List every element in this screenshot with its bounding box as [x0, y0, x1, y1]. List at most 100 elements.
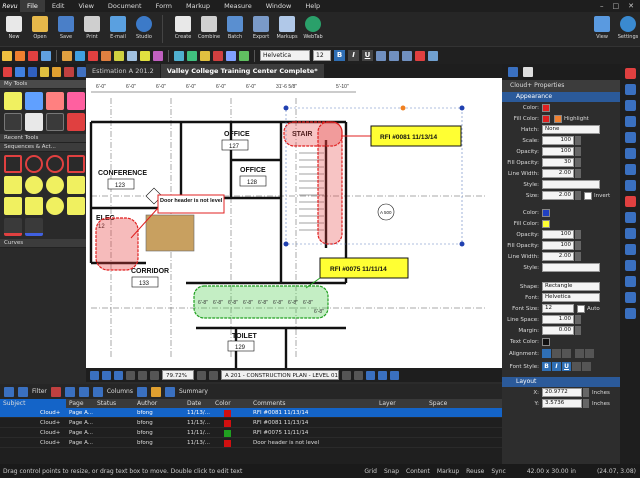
x-position-input[interactable]: 20.9772: [542, 388, 582, 397]
align-left-icon[interactable]: [542, 349, 551, 358]
col-layer[interactable]: Layer: [376, 399, 426, 408]
align-top-icon[interactable]: [575, 349, 584, 358]
bold-button[interactable]: B: [334, 50, 345, 61]
text-color-icon[interactable]: [415, 50, 425, 61]
fit-page-icon[interactable]: [138, 370, 147, 380]
import-icon[interactable]: [78, 386, 89, 397]
scale-input[interactable]: 100: [542, 136, 574, 145]
col-page[interactable]: Page: [66, 399, 94, 408]
font-size-select[interactable]: 12: [542, 304, 574, 313]
page-select[interactable]: A 201 - CONSTRUCTION PLAN - LEVEL 01 (3 …: [221, 370, 339, 380]
text-box-color-swatch[interactable]: [542, 208, 550, 217]
col-date[interactable]: Date: [184, 399, 212, 408]
cloud-style-select[interactable]: [542, 180, 600, 189]
highlighter-icon[interactable]: [15, 50, 25, 61]
measure-perimeter-icon[interactable]: [200, 50, 210, 61]
sets-icon[interactable]: [624, 196, 636, 207]
settings-button[interactable]: Settings: [616, 12, 640, 46]
line-space-input[interactable]: 1.00: [542, 315, 574, 324]
stair-cloud-markup-vertical[interactable]: [317, 121, 343, 245]
align-middle-icon[interactable]: [585, 349, 594, 358]
text-box-opacity-input[interactable]: 100: [542, 230, 574, 239]
gear-icon[interactable]: [76, 67, 86, 77]
fill-opacity-input[interactable]: 30: [542, 158, 574, 167]
arrow-icon[interactable]: [75, 50, 85, 61]
blue-line-icon[interactable]: [25, 218, 43, 236]
spaces-icon[interactable]: [624, 212, 636, 223]
polygon-icon[interactable]: [101, 50, 111, 61]
pages-tab-icon[interactable]: [27, 67, 37, 77]
layers-icon[interactable]: [624, 100, 636, 111]
next-page-icon[interactable]: [342, 370, 351, 380]
properties-tab-icon[interactable]: [64, 67, 74, 77]
bold-button[interactable]: B: [542, 362, 551, 371]
italic-button[interactable]: I: [348, 50, 359, 61]
tool-icon[interactable]: [25, 113, 43, 131]
new-button[interactable]: New: [2, 12, 26, 46]
red-marker-icon[interactable]: [67, 113, 85, 131]
col-author[interactable]: Author: [134, 399, 184, 408]
blue-pen-icon[interactable]: [25, 92, 43, 110]
menu-form[interactable]: Form: [149, 0, 179, 12]
cloud-icon[interactable]: [114, 50, 124, 61]
sequences-header[interactable]: Sequences & Act...: [0, 143, 86, 152]
square-shape-icon[interactable]: [4, 155, 22, 173]
strikethrough-icon[interactable]: [572, 362, 581, 371]
text-box-line-width-input[interactable]: 2.00: [542, 252, 574, 261]
measure-volume-icon[interactable]: [239, 50, 249, 61]
studio-button[interactable]: Studio: [132, 12, 156, 46]
maximize-button[interactable]: □: [613, 2, 620, 10]
thumbnails-icon[interactable]: [624, 68, 636, 79]
auto-checkbox[interactable]: [577, 304, 585, 313]
appearance-section-header[interactable]: Appearance: [502, 92, 620, 102]
underline-button[interactable]: U: [562, 362, 571, 371]
delete-icon[interactable]: [50, 386, 61, 397]
links-icon[interactable]: [624, 116, 636, 127]
opacity-input[interactable]: 100: [542, 147, 574, 156]
align-right-icon[interactable]: [562, 349, 571, 358]
combine-button[interactable]: Combine: [197, 12, 221, 46]
callout-icon[interactable]: [140, 50, 150, 61]
webtab-button[interactable]: WebTab: [301, 12, 325, 46]
col-status[interactable]: Status: [94, 399, 134, 408]
yellow-circle-icon[interactable]: [46, 176, 64, 194]
attachments-icon[interactable]: [624, 228, 636, 239]
yellow-circle-icon[interactable]: [46, 197, 64, 215]
signatures-icon[interactable]: [624, 132, 636, 143]
font-select[interactable]: Helvetica: [542, 293, 600, 302]
toolchest-tab-icon[interactable]: [52, 67, 62, 77]
menu-view[interactable]: View: [71, 0, 100, 12]
text-color-swatch[interactable]: [542, 337, 550, 346]
arrow-tool-icon[interactable]: [46, 113, 64, 131]
line-icon[interactable]: [62, 50, 72, 61]
yellow-diamond-icon[interactable]: [4, 197, 22, 215]
email-button[interactable]: E-mail: [106, 12, 130, 46]
prev-page-icon[interactable]: [209, 370, 218, 380]
minimize-button[interactable]: –: [600, 2, 604, 10]
compare-icon[interactable]: [624, 292, 636, 303]
snap-toggle[interactable]: Snap: [384, 468, 399, 475]
columns-icon[interactable]: [92, 386, 103, 397]
circle-icon[interactable]: [88, 50, 98, 61]
markups-tab-icon[interactable]: [39, 67, 50, 77]
shape-select[interactable]: Rectangle: [542, 282, 600, 291]
font-name-select[interactable]: Helvetica: [260, 50, 310, 61]
eraser-icon[interactable]: [28, 50, 38, 61]
filter-label[interactable]: Filter: [32, 388, 47, 395]
yellow-pentagon-icon[interactable]: [25, 197, 43, 215]
text-box-fill-swatch[interactable]: [542, 219, 550, 228]
col-subject[interactable]: Subject: [0, 399, 66, 408]
my-tools-header[interactable]: My Tools: [0, 80, 86, 89]
panel-menu-icon[interactable]: [4, 386, 14, 397]
align-center-icon[interactable]: [389, 50, 399, 61]
recent-tools-header[interactable]: Recent Tools: [0, 134, 86, 143]
menu-edit[interactable]: Edit: [45, 0, 72, 12]
menu-window[interactable]: Window: [259, 0, 299, 12]
file-access-icon[interactable]: [624, 180, 636, 191]
red-pen-icon[interactable]: [46, 92, 64, 110]
menu-measure[interactable]: Measure: [217, 0, 259, 12]
invert-checkbox[interactable]: [584, 191, 592, 200]
stamp-icon[interactable]: [153, 50, 163, 61]
layout-section-header[interactable]: Layout: [502, 377, 620, 387]
refresh-icon[interactable]: [136, 386, 147, 397]
